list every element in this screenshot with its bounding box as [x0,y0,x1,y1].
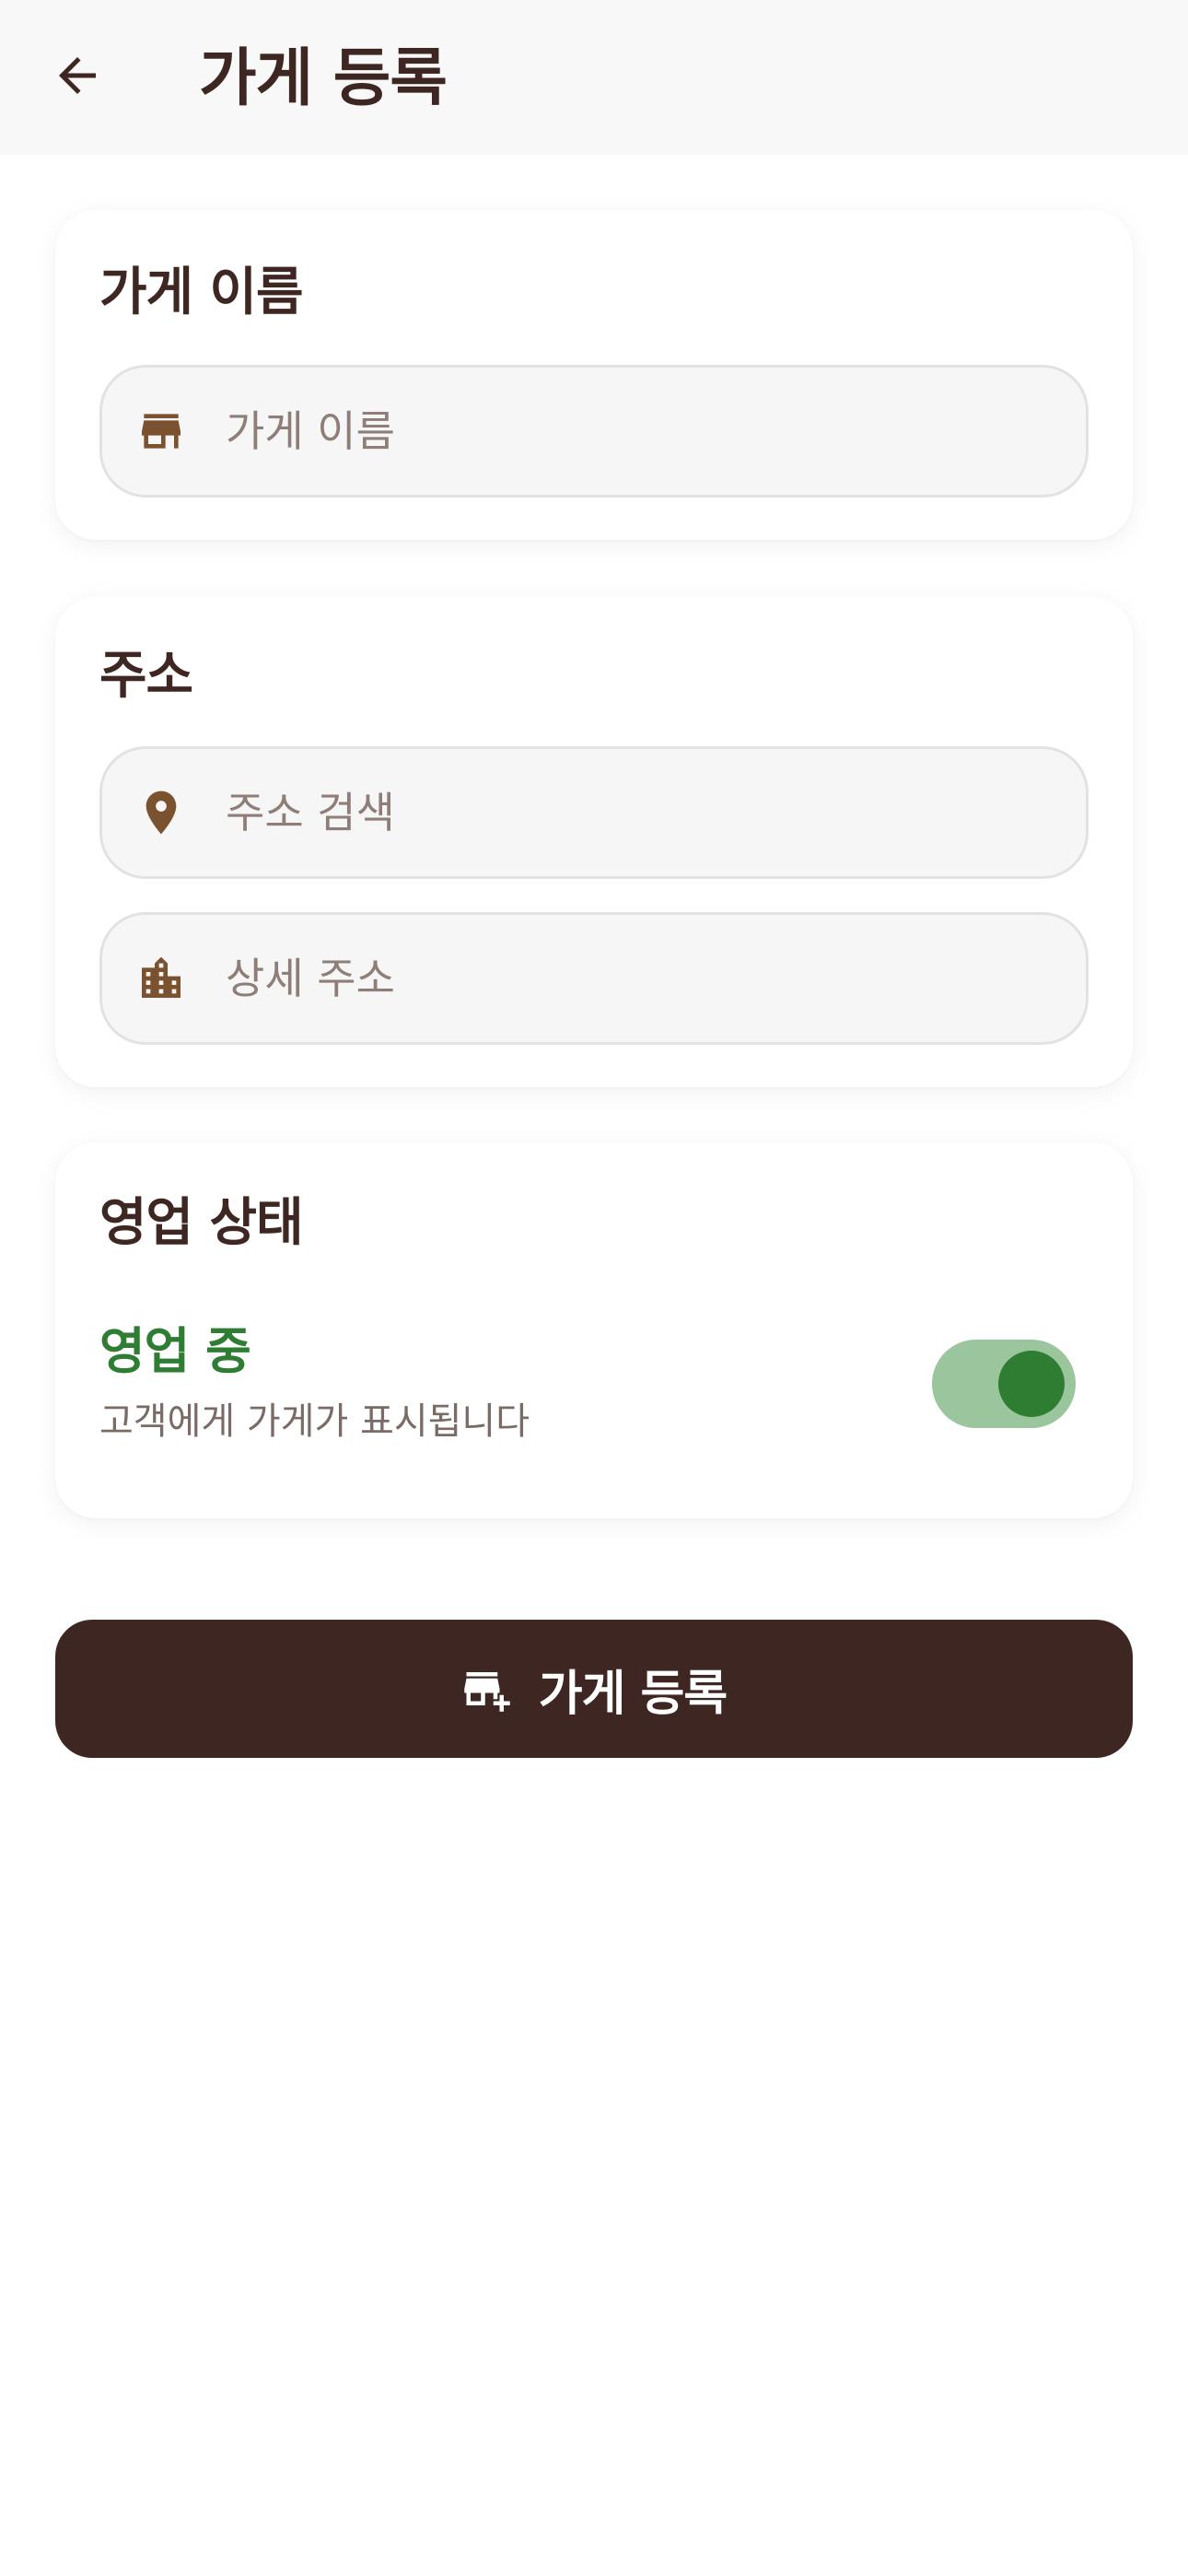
address-section-title: 주소 [99,646,193,706]
register-store-button[interactable]: 가게 등록 [55,1620,1133,1758]
address-detail-input[interactable] [226,954,1036,1003]
storefront-icon [132,402,191,461]
location-pin-icon [132,783,191,842]
business-status-section-title: 영업 상태 [99,1193,304,1253]
status-description: 고객에게 가게가 표시됩니다 [99,1400,530,1443]
page-title: 가게 등록 [199,42,448,115]
app-bar: 가게 등록 [0,0,1188,155]
store-name-section-title: 가게 이름 [99,263,304,322]
add-business-icon [461,1663,513,1715]
store-name-card: 가게 이름 [55,210,1133,540]
register-store-button-label: 가게 등록 [538,1666,728,1722]
business-status-toggle[interactable] [932,1340,1076,1428]
address-card: 주소 [55,597,1133,1087]
store-name-input[interactable] [226,406,1036,456]
status-label: 영업 중 [99,1322,251,1380]
store-name-field[interactable] [99,365,1089,498]
back-button[interactable] [37,41,118,114]
toggle-knob [998,1351,1065,1417]
address-search-input[interactable] [226,788,1036,837]
arrow-back-icon [50,48,105,107]
building-icon [132,949,191,1008]
address-detail-field[interactable] [99,912,1089,1045]
business-status-card: 영업 상태 영업 중 고객에게 가게가 표시됩니다 [55,1142,1133,1518]
address-search-field[interactable] [99,746,1089,879]
